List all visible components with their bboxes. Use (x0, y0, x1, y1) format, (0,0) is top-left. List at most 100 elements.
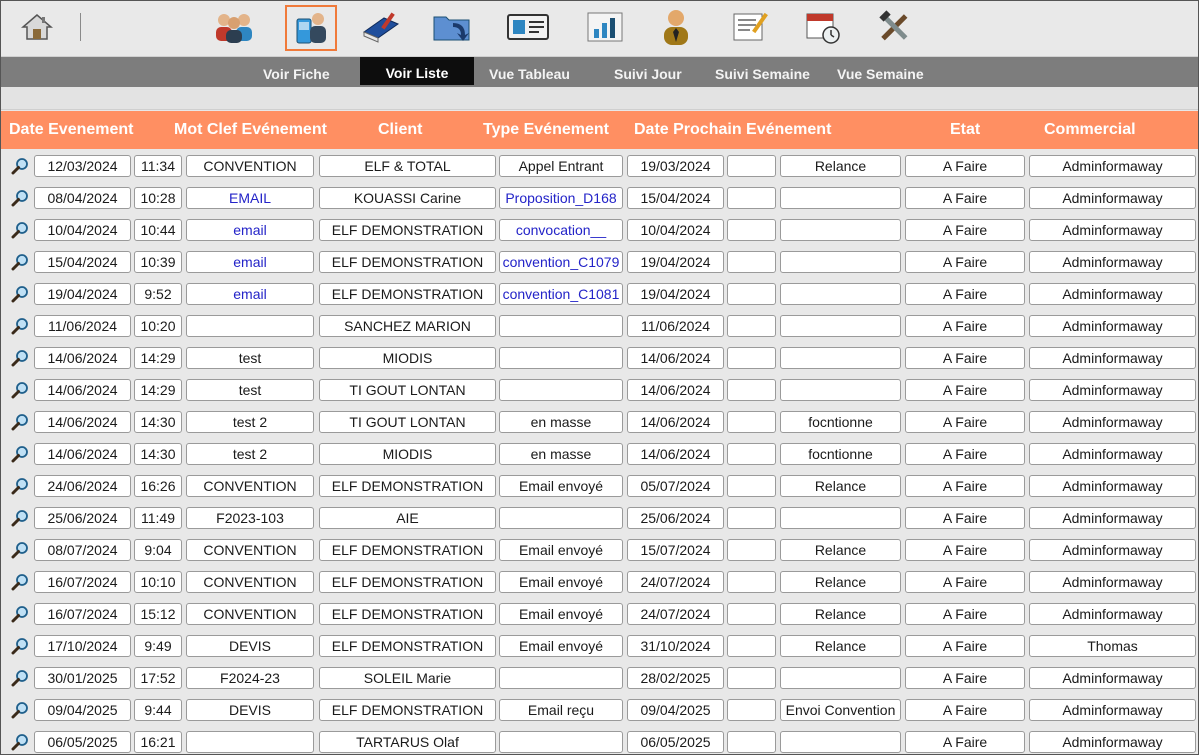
cell-time[interactable]: 14:29 (134, 347, 182, 369)
cell-commercial[interactable]: Adminformaway (1029, 187, 1196, 209)
cell-next-date[interactable]: 09/04/2025 (627, 699, 724, 721)
magnifier-icon[interactable] (11, 637, 29, 655)
id-card-icon[interactable] (506, 7, 550, 47)
cell-type[interactable] (499, 315, 623, 337)
cell-next-time[interactable] (727, 475, 776, 497)
cell-date[interactable]: 19/04/2024 (34, 283, 131, 305)
cell-client[interactable]: KOUASSI Carine (319, 187, 496, 209)
magnifier-icon[interactable] (11, 509, 29, 527)
magnifier-icon[interactable] (11, 157, 29, 175)
cell-next-date[interactable]: 19/04/2024 (627, 251, 724, 273)
cell-commercial[interactable]: Adminformaway (1029, 251, 1196, 273)
cell-next-type[interactable]: Envoi Convention (780, 699, 901, 721)
cell-keyword[interactable]: DEVIS (186, 699, 314, 721)
cell-keyword[interactable] (186, 315, 314, 337)
cell-keyword[interactable]: test 2 (186, 443, 314, 465)
cell-type[interactable]: Email reçu (499, 699, 623, 721)
cell-etat[interactable]: A Faire (905, 539, 1025, 561)
cell-etat[interactable]: A Faire (905, 379, 1025, 401)
cell-next-type[interactable]: Relance (780, 155, 901, 177)
cell-next-type[interactable] (780, 283, 901, 305)
cell-next-type[interactable] (780, 379, 901, 401)
cell-etat[interactable]: A Faire (905, 603, 1025, 625)
magnifier-icon[interactable] (11, 541, 29, 559)
cell-client[interactable]: ELF DEMONSTRATION (319, 539, 496, 561)
cell-type[interactable]: Email envoyé (499, 603, 623, 625)
cell-next-type[interactable]: Relance (780, 603, 901, 625)
cell-next-time[interactable] (727, 699, 776, 721)
cell-next-type[interactable]: Relance (780, 635, 901, 657)
cell-commercial[interactable]: Adminformaway (1029, 571, 1196, 593)
cell-next-time[interactable] (727, 635, 776, 657)
cell-type[interactable]: convention_C1081 (499, 283, 623, 305)
cell-date[interactable]: 11/06/2024 (34, 315, 131, 337)
user-icon[interactable] (654, 7, 698, 47)
magnifier-icon[interactable] (11, 317, 29, 335)
cell-time[interactable]: 10:28 (134, 187, 182, 209)
magnifier-icon[interactable] (11, 733, 29, 751)
cell-type[interactable]: Proposition_D168 (499, 187, 623, 209)
cell-next-date[interactable]: 31/10/2024 (627, 635, 724, 657)
cell-type[interactable]: en masse (499, 411, 623, 433)
cell-date[interactable]: 08/07/2024 (34, 539, 131, 561)
cell-next-date[interactable]: 06/05/2025 (627, 731, 724, 753)
cell-next-date[interactable]: 05/07/2024 (627, 475, 724, 497)
header-commercial[interactable]: Commercial (1044, 111, 1136, 149)
cell-commercial[interactable]: Adminformaway (1029, 699, 1196, 721)
cell-keyword[interactable]: CONVENTION (186, 571, 314, 593)
magnifier-icon[interactable] (11, 413, 29, 431)
cell-next-time[interactable] (727, 219, 776, 241)
cell-next-type[interactable]: focntionne (780, 443, 901, 465)
cell-commercial[interactable]: Adminformaway (1029, 283, 1196, 305)
cell-time[interactable]: 14:29 (134, 379, 182, 401)
magnifier-icon[interactable] (11, 189, 29, 207)
cell-client[interactable]: ELF & TOTAL (319, 155, 496, 177)
cell-time[interactable]: 16:21 (134, 731, 182, 753)
cell-commercial[interactable]: Adminformaway (1029, 475, 1196, 497)
cell-commercial[interactable]: Adminformaway (1029, 347, 1196, 369)
cell-client[interactable]: AIE (319, 507, 496, 529)
magnifier-icon[interactable] (11, 349, 29, 367)
cell-date[interactable]: 14/06/2024 (34, 411, 131, 433)
cell-next-type[interactable] (780, 315, 901, 337)
cell-commercial[interactable]: Adminformaway (1029, 379, 1196, 401)
cell-etat[interactable]: A Faire (905, 187, 1025, 209)
cell-etat[interactable]: A Faire (905, 347, 1025, 369)
magnifier-icon[interactable] (11, 701, 29, 719)
cell-next-date[interactable]: 10/04/2024 (627, 219, 724, 241)
cell-commercial[interactable]: Adminformaway (1029, 539, 1196, 561)
phone-contact-icon[interactable] (285, 5, 337, 51)
cell-keyword[interactable]: DEVIS (186, 635, 314, 657)
calendar-clock-icon[interactable] (801, 7, 845, 47)
magnifier-icon[interactable] (11, 285, 29, 303)
cell-date[interactable]: 14/06/2024 (34, 347, 131, 369)
cell-client[interactable]: TARTARUS Olaf (319, 731, 496, 753)
cell-next-time[interactable] (727, 571, 776, 593)
cell-time[interactable]: 9:49 (134, 635, 182, 657)
cell-time[interactable]: 10:44 (134, 219, 182, 241)
edit-document-icon[interactable] (728, 7, 772, 47)
cell-keyword[interactable] (186, 731, 314, 753)
cell-time[interactable]: 10:39 (134, 251, 182, 273)
cell-time[interactable]: 9:52 (134, 283, 182, 305)
nav-voir-liste[interactable]: Voir Liste (360, 57, 474, 85)
cell-date[interactable]: 12/03/2024 (34, 155, 131, 177)
cell-time[interactable]: 15:12 (134, 603, 182, 625)
cell-etat[interactable]: A Faire (905, 411, 1025, 433)
cell-type[interactable] (499, 347, 623, 369)
cell-next-date[interactable]: 11/06/2024 (627, 315, 724, 337)
cell-next-time[interactable] (727, 507, 776, 529)
cell-client[interactable]: ELF DEMONSTRATION (319, 603, 496, 625)
cell-keyword[interactable]: CONVENTION (186, 475, 314, 497)
cell-etat[interactable]: A Faire (905, 635, 1025, 657)
cell-commercial[interactable]: Adminformaway (1029, 219, 1196, 241)
cell-time[interactable]: 9:04 (134, 539, 182, 561)
cell-commercial[interactable]: Adminformaway (1029, 411, 1196, 433)
header-mot-clef[interactable]: Mot Clef Evénement (174, 111, 327, 149)
magnifier-icon[interactable] (11, 221, 29, 239)
cell-date[interactable]: 16/07/2024 (34, 603, 131, 625)
cell-keyword[interactable]: test 2 (186, 411, 314, 433)
cell-next-date[interactable]: 14/06/2024 (627, 347, 724, 369)
cell-etat[interactable]: A Faire (905, 315, 1025, 337)
cell-next-type[interactable] (780, 219, 901, 241)
